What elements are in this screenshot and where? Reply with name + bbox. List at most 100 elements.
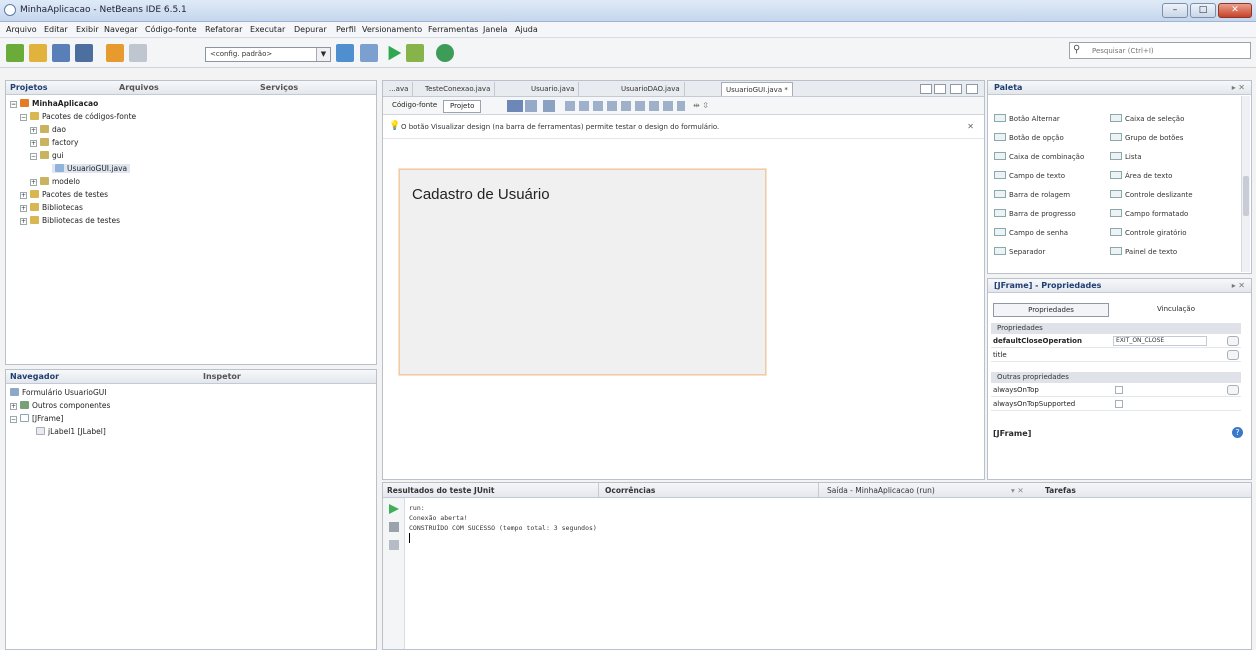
scroll-tabs-left-icon[interactable] — [920, 84, 932, 94]
ellipsis-button[interactable] — [1227, 385, 1239, 395]
maximize-editor-icon[interactable] — [966, 84, 978, 94]
tab-ocorrencias[interactable]: Ocorrências — [605, 486, 655, 495]
expand-icon[interactable]: + — [20, 192, 27, 199]
menu-exibir[interactable]: Exibir — [76, 25, 99, 34]
palette-item[interactable]: Lista — [1110, 152, 1142, 161]
tree-libraries[interactable]: + Bibliotecas — [20, 203, 83, 212]
close-icon[interactable]: ✕ — [967, 122, 974, 131]
tab-arquivos[interactable]: Arquivos — [119, 83, 159, 92]
property-checkbox[interactable] — [1115, 386, 1123, 394]
resize-tools-icon[interactable]: ⇹ ⇳ — [693, 101, 719, 111]
tab-list-icon[interactable] — [950, 84, 962, 94]
palette-item[interactable]: Grupo de botões — [1110, 133, 1183, 142]
scrollbar-thumb[interactable] — [1243, 176, 1249, 216]
expand-icon[interactable]: + — [20, 218, 27, 225]
tree-package-gui[interactable]: − gui — [30, 151, 64, 160]
help-icon[interactable]: ? — [1232, 427, 1243, 438]
new-file-icon[interactable] — [6, 44, 24, 62]
property-value-select[interactable]: EXIT_ON_CLOSE — [1113, 336, 1207, 346]
ellipsis-button[interactable] — [1227, 350, 1239, 360]
design-surface[interactable]: Cadastro de Usuário — [383, 139, 984, 479]
palette-item[interactable]: Controle giratório — [1110, 228, 1187, 237]
menu-janela[interactable]: Janela — [483, 25, 507, 34]
menu-navegar[interactable]: Navegar — [104, 25, 138, 34]
editor-tab-testeconexao[interactable]: TesteConexao.java — [421, 82, 496, 96]
menu-codigo-fonte[interactable]: Código-fonte — [145, 25, 197, 34]
tab-output-run[interactable]: Saída - MinhaAplicacao (run) — [827, 486, 935, 495]
debug-icon[interactable] — [406, 44, 424, 62]
console-output[interactable]: run: Conexão aberta! CONSTRUÍDO COM SUCE… — [409, 503, 597, 544]
selection-mode-icon[interactable] — [507, 100, 523, 112]
tab-tarefas[interactable]: Tarefas — [1045, 486, 1076, 495]
tab-propriedades[interactable]: Propriedades — [993, 303, 1109, 317]
maximize-button[interactable]: □ — [1190, 3, 1216, 18]
tab-junit-results[interactable]: Resultados do teste JUnit — [387, 486, 494, 495]
collapse-icon[interactable]: − — [30, 153, 37, 160]
close-button[interactable]: ✕ — [1218, 3, 1252, 18]
minimize-button[interactable]: – — [1162, 3, 1188, 18]
panel-options-icon[interactable]: ▸ ✕ — [1232, 83, 1245, 92]
tree-package-dao[interactable]: + dao — [30, 125, 66, 134]
editor-tab-usuario[interactable]: Usuario.java — [527, 82, 580, 96]
stop-icon[interactable] — [389, 522, 399, 532]
tree-package-factory[interactable]: + factory — [30, 138, 78, 147]
tab-servicos[interactable]: Serviços — [260, 83, 298, 92]
search-box[interactable]: ⚲ — [1069, 42, 1251, 59]
connection-mode-icon[interactable] — [525, 100, 537, 112]
clean-build-icon[interactable] — [360, 44, 378, 62]
editor-tab-usuariogui[interactable]: UsuarioGUI.java * — [721, 82, 793, 96]
tab-vinculacao[interactable]: Vinculação — [1118, 303, 1234, 317]
menu-editar[interactable]: Editar — [44, 25, 68, 34]
palette-item[interactable]: Separador — [994, 247, 1045, 256]
design-view-button[interactable]: Projeto — [443, 100, 482, 113]
menu-ajuda[interactable]: Ajuda — [515, 25, 538, 34]
configuration-select[interactable]: <config. padrão> ▼ — [205, 47, 331, 62]
rerun-icon[interactable] — [389, 504, 399, 514]
menu-perfil[interactable]: Perfil — [336, 25, 356, 34]
scroll-tabs-right-icon[interactable] — [934, 84, 946, 94]
expand-icon[interactable]: + — [20, 205, 27, 212]
preview-design-icon[interactable] — [543, 100, 555, 112]
expand-icon[interactable]: + — [30, 140, 37, 147]
search-input[interactable] — [1092, 44, 1247, 57]
palette-item[interactable]: Barra de progresso — [994, 209, 1076, 218]
align-tools-icon[interactable] — [565, 101, 685, 111]
tab-inspetor[interactable]: Inspetor — [203, 372, 241, 381]
tab-projetos[interactable]: Projetos — [10, 83, 48, 92]
open-project-icon[interactable] — [52, 44, 70, 62]
menu-depurar[interactable]: Depurar — [294, 25, 327, 34]
tree-file-usuariogui[interactable]: UsuarioGUI.java — [52, 164, 131, 173]
tree-test-packages[interactable]: + Pacotes de testes — [20, 190, 108, 199]
palette-item[interactable]: Caixa de combinação — [994, 152, 1084, 161]
new-project-icon[interactable] — [29, 44, 47, 62]
source-view-button[interactable]: Código-fonte — [386, 100, 443, 113]
palette-item[interactable]: Botão Alternar — [994, 114, 1060, 123]
expand-icon[interactable]: + — [10, 403, 17, 410]
tab-navegador[interactable]: Navegador — [10, 372, 59, 381]
menu-refatorar[interactable]: Refatorar — [205, 25, 242, 34]
palette-item[interactable]: Área de texto — [1110, 171, 1172, 180]
run-icon[interactable] — [388, 45, 402, 61]
tree-package-modelo[interactable]: + modelo — [30, 177, 80, 186]
menu-versionamento[interactable]: Versionamento — [362, 25, 422, 34]
collapse-icon[interactable]: − — [10, 416, 17, 423]
palette-scrollbar[interactable] — [1241, 96, 1250, 272]
save-all-icon[interactable] — [75, 44, 93, 62]
palette-item[interactable]: Controle deslizante — [1110, 190, 1193, 199]
tree-jframe[interactable]: − [JFrame] — [10, 414, 63, 423]
jframe-form[interactable]: Cadastro de Usuário — [399, 169, 766, 375]
palette-item[interactable]: Caixa de seleção — [1110, 114, 1184, 123]
other-properties-section[interactable]: Outras propriedades — [991, 372, 1241, 383]
panel-options-icon[interactable]: ▸ ✕ — [1232, 281, 1245, 290]
ellipsis-button[interactable] — [1227, 336, 1239, 346]
profile-icon[interactable] — [436, 44, 454, 62]
editor-tab-usuariodao[interactable]: UsuarioDAO.java — [617, 82, 685, 96]
palette-item[interactable]: Campo de texto — [994, 171, 1065, 180]
editor-tab-overflow[interactable]: ...ava — [385, 82, 414, 96]
palette-item[interactable]: Botão de opção — [994, 133, 1064, 142]
collapse-icon[interactable]: − — [20, 114, 27, 121]
properties-section[interactable]: Propriedades — [991, 323, 1241, 334]
menu-executar[interactable]: Executar — [250, 25, 285, 34]
palette-item[interactable]: Painel de texto — [1110, 247, 1177, 256]
tree-test-libraries[interactable]: + Bibliotecas de testes — [20, 216, 120, 225]
